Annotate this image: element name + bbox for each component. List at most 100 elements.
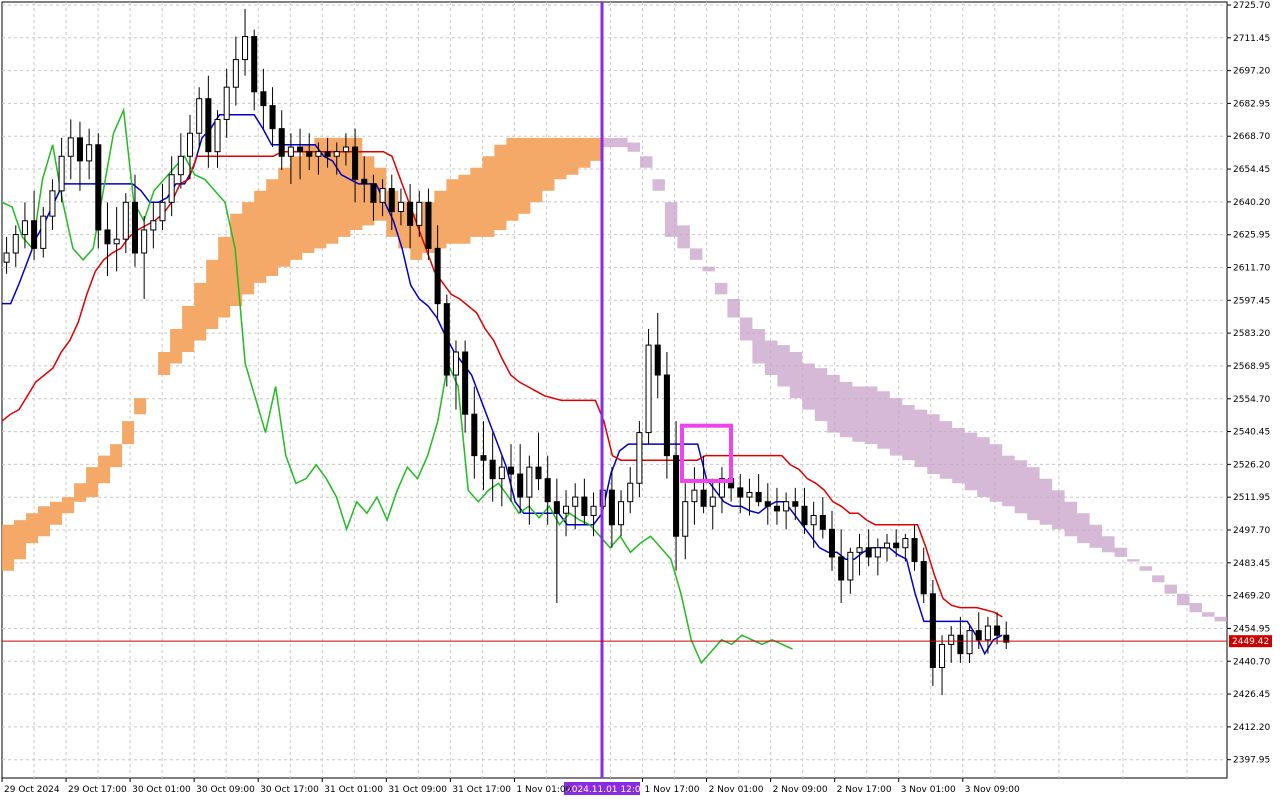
candle-body <box>480 455 487 461</box>
y-tick-label: 2526.20 <box>1233 460 1270 470</box>
candle-body <box>86 144 93 162</box>
current-price-label: 2449.42 <box>1232 637 1269 647</box>
candle-body <box>911 538 918 563</box>
candle-body <box>507 466 515 475</box>
candle-body <box>223 86 230 120</box>
candle-body <box>113 238 120 245</box>
candle-body <box>12 234 19 254</box>
axes: 2725.70 2711.45 2697.20 2682.95 2668.70 2654.… <box>1 1 1270 795</box>
candle-body <box>379 188 386 203</box>
candle-body <box>342 146 349 153</box>
candle-body <box>434 247 441 305</box>
x-tick-label: 29 Oct 2024 <box>4 785 60 795</box>
candle-body <box>416 201 423 226</box>
candle-body <box>700 489 707 507</box>
candle-body <box>425 201 432 249</box>
candle-body <box>31 220 38 249</box>
candle-body <box>498 466 505 480</box>
x-tick-label: 31 Oct 17:00 <box>452 785 511 795</box>
x-tick-label: 31 Oct 01:00 <box>324 785 383 795</box>
candle-body <box>984 625 991 641</box>
current-time-label: 2024.11.01 12:00 <box>566 785 647 795</box>
candle-body <box>572 496 579 507</box>
candle-body <box>443 303 450 376</box>
candle-body <box>902 538 909 549</box>
candle-body <box>627 482 634 503</box>
x-tick-label: 1 Nov 17:00 <box>645 785 700 795</box>
candle-body <box>654 344 661 376</box>
candle-body <box>49 190 56 217</box>
candle-body <box>673 455 680 537</box>
candle-body <box>95 144 102 231</box>
candle-body <box>141 229 148 254</box>
chart-canvas[interactable]: 2449.42 2024.11.01 12:00 2725.70 2711.45 26… <box>0 0 1280 800</box>
candle-body <box>269 105 276 130</box>
candle-body <box>58 155 65 192</box>
candle-body <box>251 36 258 93</box>
y-tick-label: 2597.45 <box>1233 296 1270 306</box>
candle-body <box>544 478 551 503</box>
candle-body <box>3 252 10 263</box>
candle-body <box>792 501 799 507</box>
y-tick-label: 2640.20 <box>1233 198 1270 208</box>
candle-body <box>452 351 459 376</box>
candle-body <box>920 561 927 595</box>
candle-body <box>893 542 900 549</box>
y-tick-label: 2412.20 <box>1233 723 1270 733</box>
candle-body <box>397 201 404 213</box>
candle-body <box>278 128 285 157</box>
candle-body <box>471 413 478 457</box>
y-tick-label: 2682.95 <box>1233 99 1270 109</box>
y-tick-label: 2426.45 <box>1233 690 1270 700</box>
candle-body <box>847 551 854 581</box>
y-tick-label: 2440.70 <box>1233 657 1270 667</box>
candle-body <box>352 146 359 180</box>
candle-body <box>929 593 936 668</box>
candle-body <box>810 514 817 526</box>
candle-body <box>104 229 111 245</box>
candle-body <box>122 201 129 240</box>
y-tick-label: 2725.70 <box>1233 1 1270 11</box>
x-tick-label: 30 Oct 01:00 <box>132 785 191 795</box>
candle-body <box>563 505 570 514</box>
candle-body <box>746 491 753 498</box>
y-tick-label: 2654.45 <box>1233 165 1270 175</box>
candle-body <box>186 132 194 157</box>
candle-body <box>883 542 891 549</box>
candle-body <box>856 547 863 553</box>
x-tick-label: 29 Oct 17:00 <box>68 785 127 795</box>
candle-body <box>205 98 212 153</box>
y-tick-label: 2497.70 <box>1233 526 1270 536</box>
candle-body <box>957 634 964 655</box>
candle-body <box>608 489 615 526</box>
y-tick-label: 2554.70 <box>1233 395 1270 405</box>
candle-body <box>260 91 267 107</box>
candle-body <box>242 36 249 61</box>
x-tick-label: 3 Nov 01:00 <box>901 785 956 795</box>
candle-body <box>773 505 780 512</box>
candle-body <box>838 556 845 581</box>
x-tick-label: 31 Oct 09:00 <box>388 785 447 795</box>
candle-body <box>939 643 946 668</box>
candle-body <box>324 151 331 157</box>
candle-body <box>645 344 652 434</box>
candle-body <box>407 201 414 226</box>
candle-body <box>315 151 322 157</box>
candle-body <box>67 137 74 157</box>
candle-body <box>828 528 836 558</box>
candle-body <box>553 501 560 514</box>
y-tick-label: 2511.95 <box>1233 493 1270 503</box>
candle-body <box>526 466 533 498</box>
candle-body <box>168 174 175 203</box>
overlays: 2449.42 2024.11.01 12:00 <box>2 2 1272 795</box>
candle-body <box>489 459 496 480</box>
y-tick-label: 2697.20 <box>1233 67 1270 77</box>
x-tick-label: 1 Nov 01:00 <box>516 785 571 795</box>
candle-body <box>517 473 524 498</box>
candle-body <box>874 547 881 558</box>
candle-body <box>333 151 340 157</box>
y-tick-label: 2568.95 <box>1233 362 1270 372</box>
x-tick-label: 2 Nov 17:00 <box>837 785 892 795</box>
chart-svg: 2449.42 2024.11.01 12:00 2725.70 2711.45 26… <box>1 1 1272 795</box>
candle-body <box>975 630 982 641</box>
